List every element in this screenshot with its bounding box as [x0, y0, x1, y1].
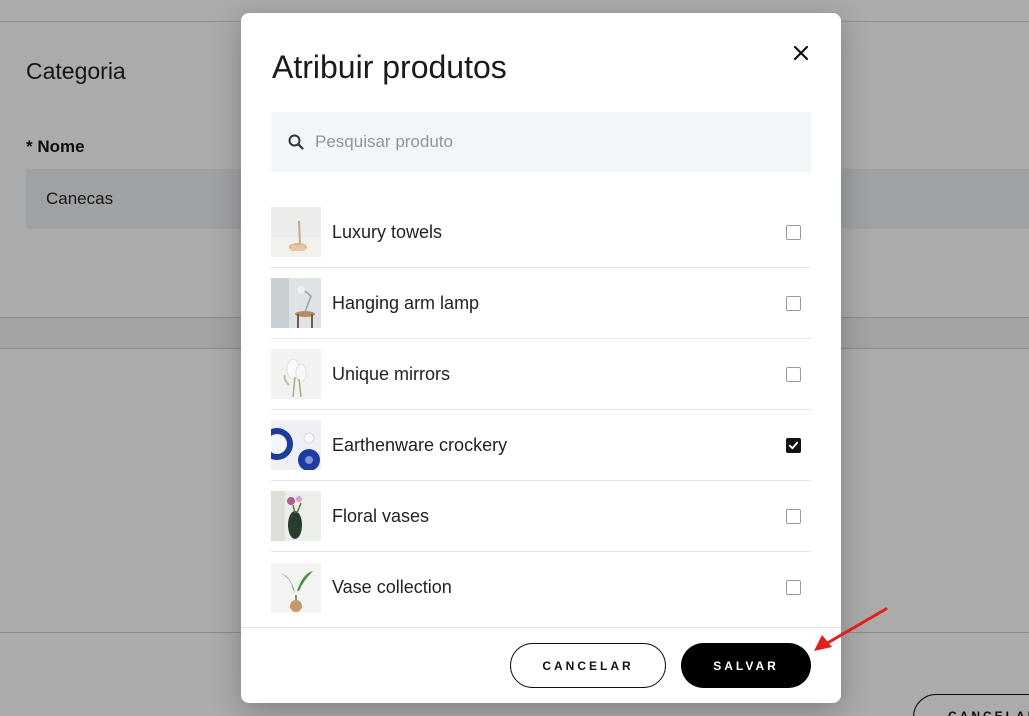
product-name: Floral vases — [332, 505, 430, 526]
product-checkbox[interactable] — [786, 580, 801, 595]
product-checkbox[interactable] — [786, 224, 801, 240]
product-thumbnail — [271, 278, 321, 328]
product-row[interactable]: Floral vases — [271, 481, 811, 552]
product-row[interactable]: Luxury towels — [271, 197, 811, 268]
product-thumbnail — [271, 562, 321, 613]
product-checkbox[interactable] — [786, 366, 801, 382]
product-name: Vase collection — [332, 577, 452, 597]
product-checkbox[interactable] — [786, 295, 801, 311]
product-checkbox[interactable] — [786, 437, 801, 453]
product-row[interactable]: Vase collection — [271, 552, 811, 623]
close-icon[interactable] — [789, 41, 813, 65]
check-icon — [788, 441, 799, 449]
product-name: Luxury towels — [332, 221, 443, 242]
save-button[interactable]: SALVAR — [681, 643, 811, 688]
product-row[interactable]: Hanging arm lamp — [271, 268, 811, 339]
footer-divider — [241, 627, 841, 628]
product-row[interactable]: Earthenware crockery — [271, 410, 811, 481]
cancel-button[interactable]: CANCELAR — [510, 643, 666, 688]
product-checkbox[interactable] — [786, 508, 801, 524]
product-name: Hanging arm lamp — [332, 292, 480, 313]
annotation-arrow-icon — [814, 607, 888, 651]
assign-products-dialog: Atribuir produtos Luxury towels Hanging … — [241, 13, 841, 703]
product-row[interactable]: Unique mirrors — [271, 339, 811, 410]
product-thumbnail — [271, 491, 321, 541]
product-thumbnail — [271, 420, 321, 470]
dialog-title: Atribuir produtos — [272, 49, 507, 85]
product-list: Luxury towels Hanging arm lamp Unique mi… — [271, 197, 811, 623]
product-thumbnail — [271, 349, 321, 399]
product-name: Earthenware crockery — [332, 434, 508, 455]
search-icon — [287, 133, 305, 151]
product-thumbnail — [271, 207, 321, 257]
product-name: Unique mirrors — [332, 363, 451, 384]
search-box — [271, 112, 811, 172]
search-input[interactable] — [315, 132, 785, 152]
